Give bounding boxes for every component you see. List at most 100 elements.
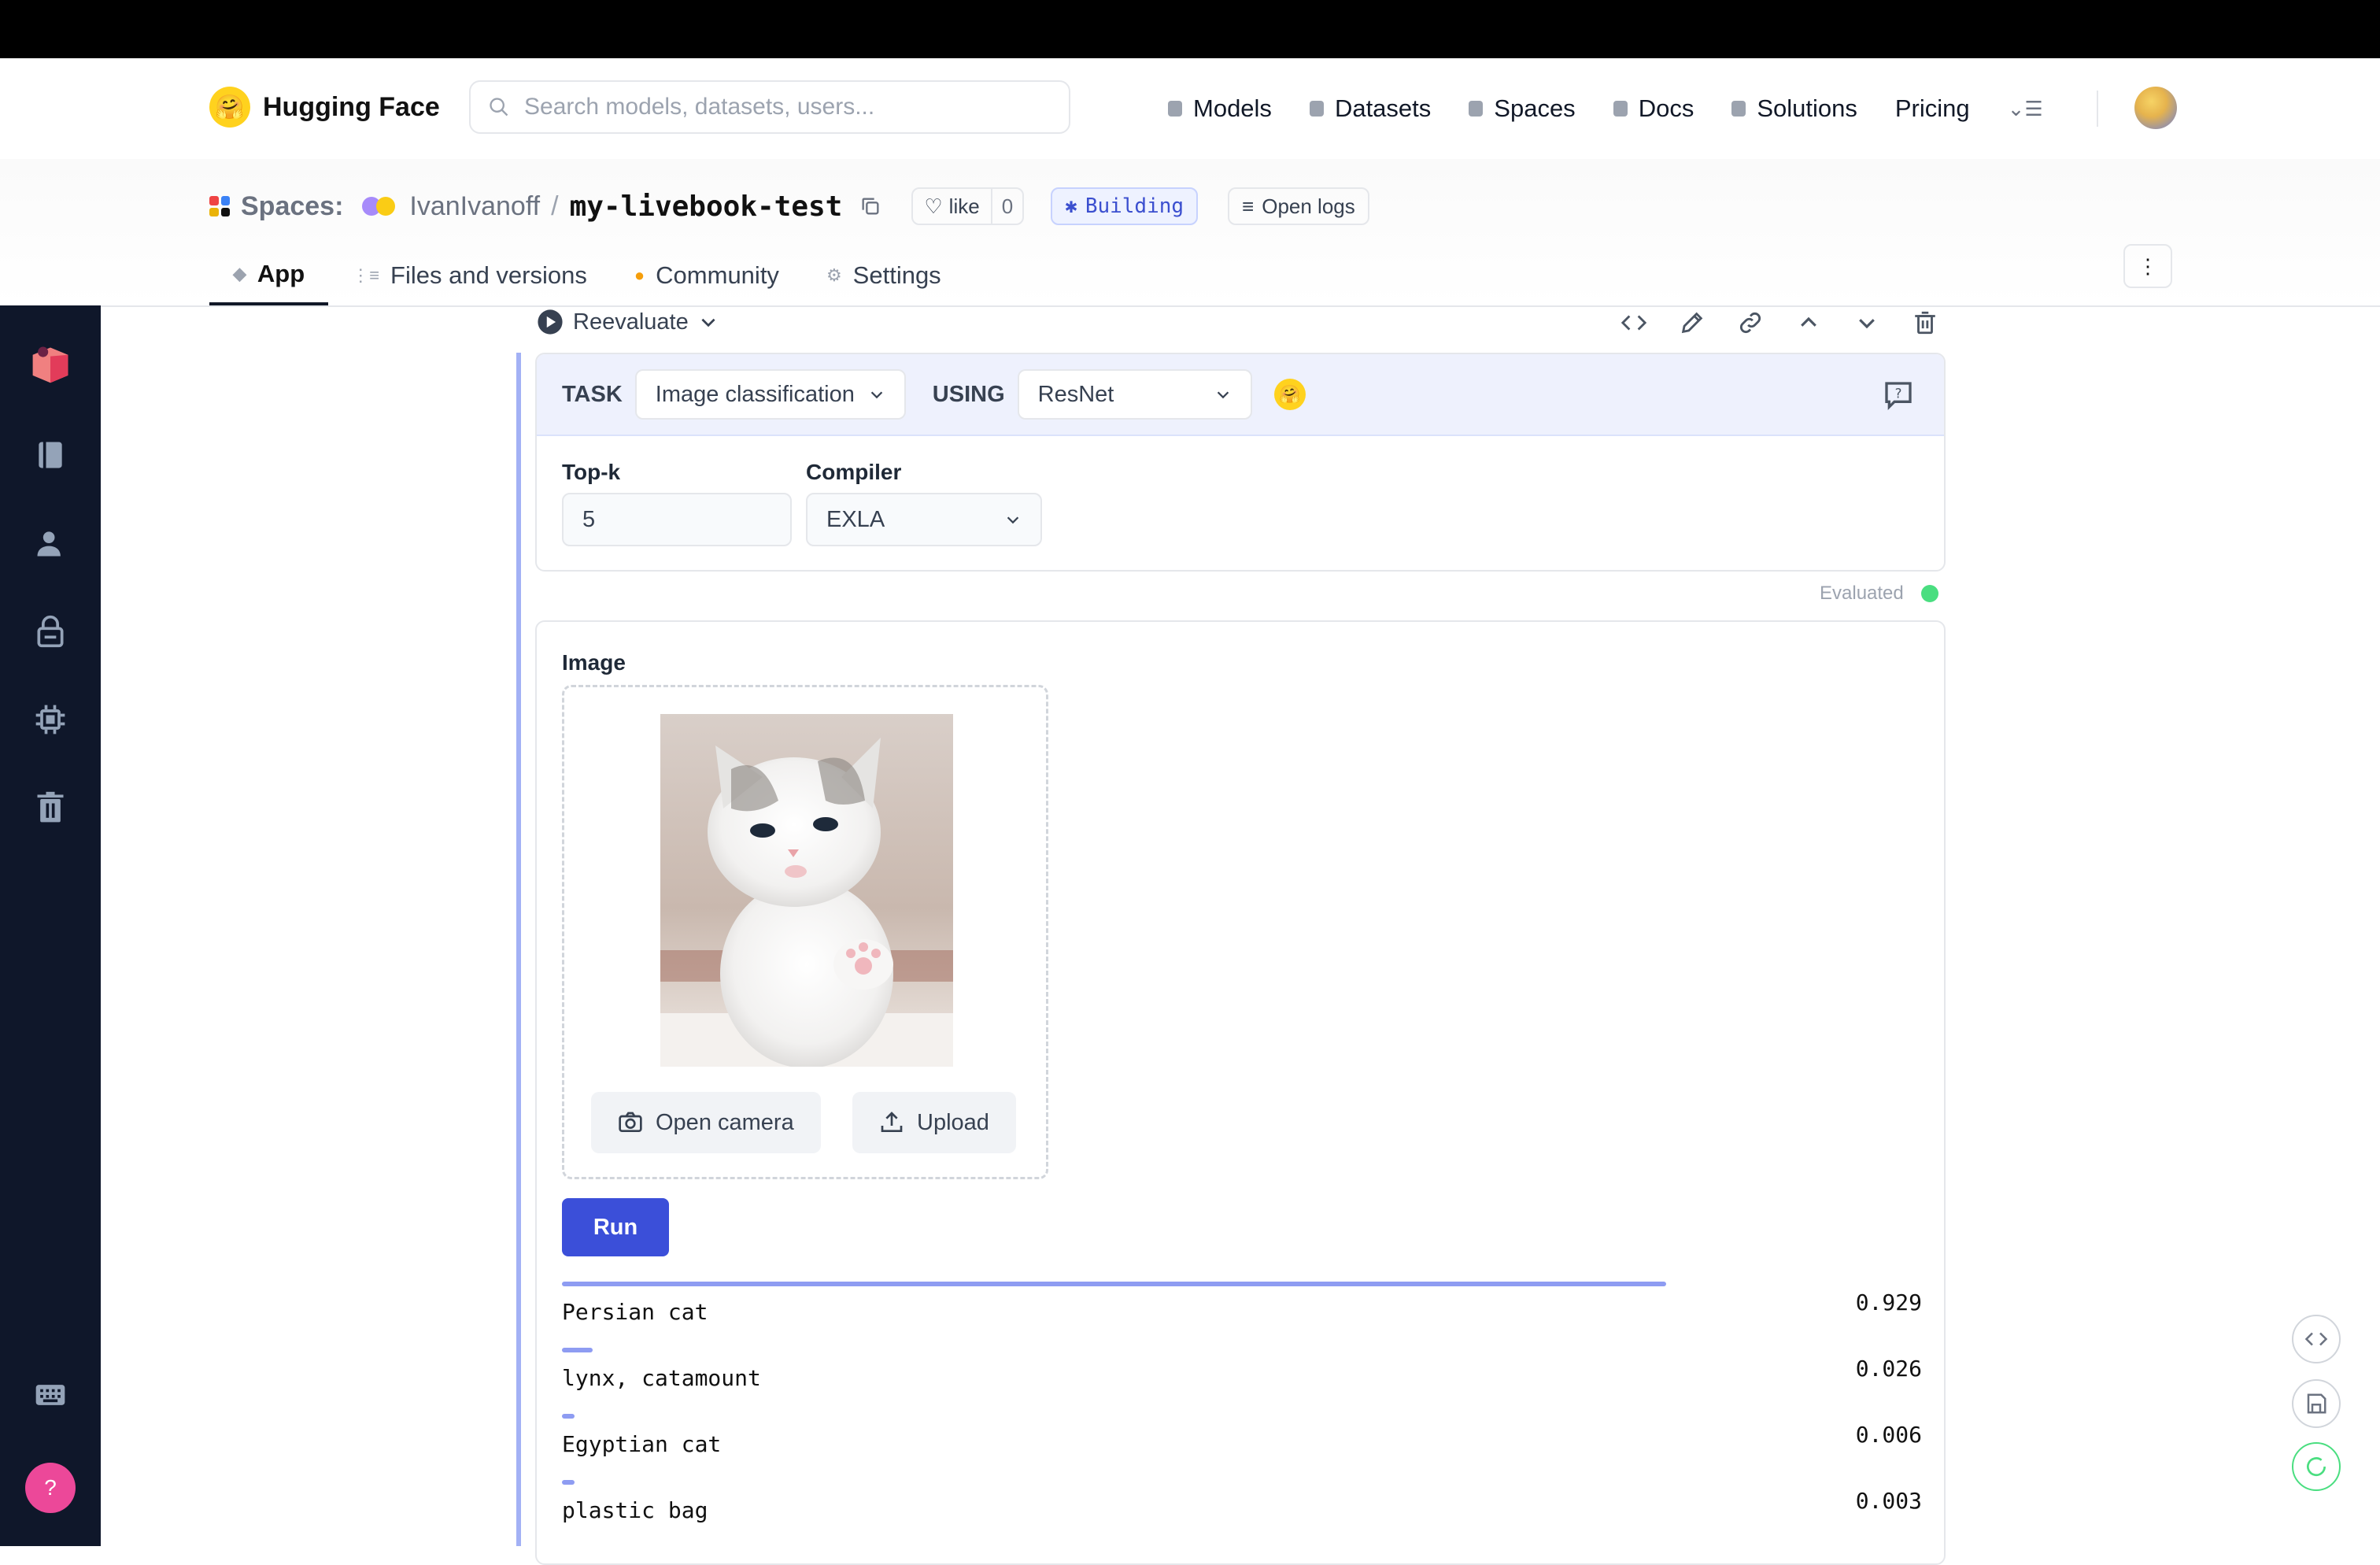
- like-button[interactable]: ♡ like 0: [911, 187, 1025, 225]
- score-bar: [562, 1480, 575, 1485]
- space-header: Spaces: IvanIvanoff / my-livebook-test ♡…: [0, 159, 2380, 307]
- hugging-face-logo-icon: 🤗: [209, 87, 250, 128]
- brand-logo[interactable]: 🤗 Hugging Face: [209, 87, 440, 128]
- community-icon: ●: [634, 265, 645, 285]
- play-icon: [538, 309, 563, 335]
- like-label: like: [948, 194, 980, 218]
- nav-models[interactable]: Models: [1168, 94, 1272, 123]
- docs-icon: [1613, 101, 1628, 117]
- tab-label: Community: [656, 261, 779, 289]
- chevron-up-icon[interactable]: [1794, 309, 1823, 337]
- code-icon[interactable]: [1620, 309, 1648, 337]
- delete-icon[interactable]: [1911, 309, 1939, 337]
- prediction-label: lynx, catamount: [562, 1365, 761, 1391]
- repo-name[interactable]: my-livebook-test: [570, 191, 843, 223]
- building-icon: ✱: [1065, 194, 1077, 218]
- nav-divider: [2096, 91, 2098, 127]
- nav-label: Docs: [1638, 94, 1694, 122]
- status-badge[interactable]: ✱ Building: [1051, 187, 1199, 225]
- image-dropzone[interactable]: Open camera Upload: [562, 685, 1048, 1179]
- prediction-row: Egyptian cat 0.006: [562, 1414, 1922, 1477]
- open-logs-button[interactable]: ≡ Open logs: [1228, 187, 1369, 225]
- keyboard-icon[interactable]: [28, 1373, 72, 1417]
- score-bar: [562, 1282, 1666, 1286]
- chevron-down-icon: [701, 318, 715, 327]
- image-label: Image: [562, 650, 626, 675]
- compiler-select[interactable]: EXLA: [806, 493, 1042, 546]
- open-camera-button[interactable]: Open camera: [591, 1092, 821, 1153]
- nav-label: Datasets: [1334, 94, 1432, 122]
- hugging-face-icon[interactable]: 🤗: [1273, 379, 1306, 410]
- livebook-logo-icon[interactable]: [28, 342, 72, 386]
- link-icon[interactable]: [1736, 309, 1765, 337]
- space-tabs: ◆ App ⋮≡ Files and versions ● Community ⚙ Se…: [209, 246, 965, 305]
- chevron-down-icon: [1007, 516, 1019, 524]
- open-camera-label: Open camera: [656, 1109, 794, 1135]
- heart-icon: ♡: [924, 194, 943, 218]
- nav-datasets[interactable]: Datasets: [1309, 94, 1432, 123]
- notebook-icon[interactable]: [28, 433, 72, 477]
- topk-input[interactable]: 5: [562, 493, 792, 546]
- prediction-row: plastic bag 0.003: [562, 1480, 1922, 1543]
- refresh-icon: [2307, 1457, 2326, 1477]
- model-value: ResNet: [1037, 381, 1114, 407]
- logs-label: Open logs: [1262, 194, 1355, 218]
- cpu-icon[interactable]: [28, 697, 72, 742]
- nav-pricing[interactable]: Pricing: [1895, 94, 1970, 123]
- smart-cell-body: Top-k 5 Compiler EXLA: [537, 436, 1944, 570]
- code-toggle-button[interactable]: [2292, 1315, 2341, 1363]
- copy-icon[interactable]: [859, 195, 881, 217]
- tab-label: App: [257, 260, 305, 287]
- model-select[interactable]: ResNet: [1017, 369, 1252, 420]
- more-options-button[interactable]: ⋮: [2123, 244, 2172, 288]
- tab-label: Files and versions: [390, 261, 587, 289]
- camera-icon: [619, 1112, 642, 1132]
- prediction-row: Persian cat 0.929: [562, 1282, 1922, 1345]
- datasets-icon: [1309, 101, 1324, 117]
- save-icon: [2307, 1393, 2326, 1414]
- spaces-logo-icon: [209, 196, 230, 216]
- help-chat-icon[interactable]: ?: [1883, 379, 1914, 411]
- spaces-label[interactable]: Spaces:: [241, 191, 343, 222]
- nav-docs[interactable]: Docs: [1613, 94, 1694, 123]
- pencil-icon[interactable]: [1678, 309, 1706, 337]
- tab-app[interactable]: ◆ App: [209, 246, 329, 305]
- owner-link[interactable]: IvanIvanoff: [409, 191, 540, 222]
- search-box[interactable]: [469, 80, 1070, 134]
- smart-cell: TASK Image classification USING ResNet 🤗…: [535, 353, 1946, 572]
- topk-label: Top-k: [562, 460, 621, 484]
- search-input[interactable]: [523, 93, 1029, 121]
- save-button[interactable]: [2292, 1379, 2341, 1428]
- trash-icon[interactable]: [28, 786, 72, 830]
- lock-icon[interactable]: [28, 609, 72, 653]
- runtime-status-button[interactable]: [2292, 1442, 2341, 1491]
- task-select[interactable]: Image classification: [634, 369, 906, 420]
- run-button[interactable]: Run: [562, 1198, 669, 1256]
- main-nav: Models Datasets Spaces Docs Solutions Pr…: [1168, 85, 2098, 132]
- help-button[interactable]: ?: [25, 1463, 76, 1513]
- nav-label: Models: [1193, 94, 1272, 122]
- users-icon[interactable]: [28, 521, 72, 565]
- reevaluate-button[interactable]: Reevaluate: [537, 309, 719, 335]
- compiler-label: Compiler: [806, 460, 902, 484]
- prediction-score: 0.026: [1855, 1356, 1922, 1382]
- tab-files[interactable]: ⋮≡ Files and versions: [328, 246, 611, 305]
- chevron-down-icon[interactable]: [1853, 309, 1881, 337]
- score-bar: [562, 1414, 575, 1419]
- upload-button[interactable]: Upload: [852, 1092, 1016, 1153]
- prediction-score: 0.929: [1855, 1289, 1922, 1315]
- like-count: 0: [990, 189, 1022, 224]
- smart-cell-header: TASK Image classification USING ResNet 🤗…: [537, 354, 1944, 436]
- nav-spaces[interactable]: Spaces: [1469, 94, 1576, 123]
- tab-community[interactable]: ● Community: [611, 246, 803, 305]
- score-bar: [562, 1348, 593, 1352]
- svg-text:?: ?: [1895, 386, 1902, 401]
- more-menu-icon[interactable]: ⌄☰: [2008, 97, 2043, 121]
- tab-settings[interactable]: ⚙ Settings: [803, 246, 965, 305]
- kitten-image: [660, 714, 953, 1067]
- files-icon: ⋮≡: [352, 265, 380, 285]
- user-avatar[interactable]: [2134, 87, 2177, 129]
- spaces-icon: [1469, 101, 1484, 117]
- nav-label: Spaces: [1494, 94, 1576, 122]
- nav-solutions[interactable]: Solutions: [1731, 94, 1857, 123]
